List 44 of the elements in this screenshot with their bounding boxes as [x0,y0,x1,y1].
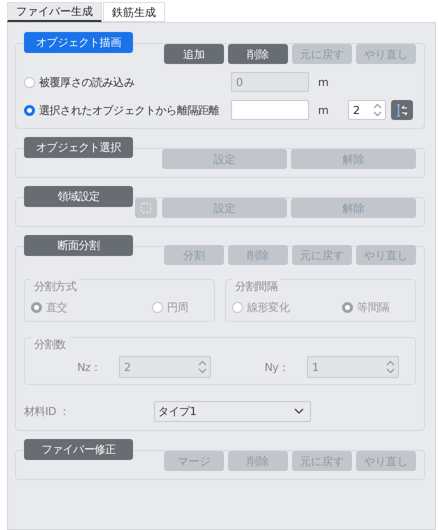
radio-option[interactable]: 円周 [152,300,188,315]
tab[interactable]: 鉄筋生成 [103,2,165,22]
group-title: 分割間隔 [232,279,280,294]
action-button[interactable]: 追加 [164,44,224,64]
radio-icon[interactable] [31,302,42,313]
radio-label: 円周 [166,300,188,315]
radio-icon[interactable] [152,302,163,313]
radio-label: 被覆厚さの読み込み [39,74,134,90]
group-title: 分割方式 [31,279,80,294]
section-header: 領域設定 [24,186,133,207]
material-select[interactable]: タイプ1 [154,401,311,422]
group-title: 分割数 [31,337,69,352]
material-label: 材料ID ： [24,404,71,419]
radio-option[interactable]: 直交 [31,300,68,315]
align-icon[interactable] [396,104,408,116]
section-header: オブジェクト描画 [24,32,133,53]
region-icon-button[interactable] [135,198,157,218]
count-label: Ny： [263,360,289,374]
count-spinner[interactable]: 2 [348,100,386,120]
radio-icon[interactable] [24,104,35,116]
distance-field[interactable] [231,100,309,120]
count-spinner[interactable]: 1 [307,356,399,378]
action-button[interactable]: 削除 [228,44,288,64]
section-header: ファイバー修正 [24,439,133,460]
radio-label: 直交 [46,300,68,315]
unit-label: m [318,76,330,88]
radio-icon[interactable] [342,302,354,313]
radio-label: 等間隔 [357,300,389,315]
chevron-down-icon [294,408,304,415]
radio-option[interactable]: 等間隔 [342,300,389,315]
align-icon-button[interactable] [391,100,413,120]
tab[interactable]: ファイバー生成 [7,2,102,22]
count-spinner[interactable]: 2 [119,356,211,378]
spin-arrows-icon[interactable] [373,103,382,117]
count-label: Nz： [76,360,101,374]
radio-label: 線形変化 [247,300,290,315]
section-header: オブジェクト選択 [24,137,133,158]
unit-label: m [318,104,330,116]
radio-icon[interactable] [232,302,243,313]
section-header: 断面分割 [24,235,133,256]
dashed-square-icon[interactable] [140,202,152,214]
radio-option[interactable]: 線形変化 [232,300,290,315]
spin-arrows-icon[interactable] [386,360,395,374]
spin-arrows-icon[interactable] [198,360,207,374]
